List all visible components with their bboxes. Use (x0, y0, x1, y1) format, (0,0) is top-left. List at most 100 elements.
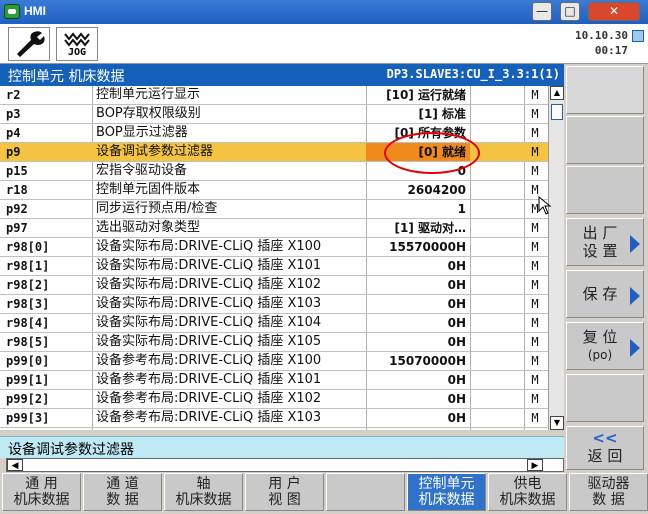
bottom-softkey-8[interactable]: 驱动器数 据 (569, 473, 648, 511)
bottom-softkey-6[interactable]: 控制单元 机床数据 (407, 473, 486, 511)
parameter-description: BOP存取权限级别 (96, 106, 201, 121)
parameter-value[interactable]: [1] 标准 (366, 105, 470, 123)
settings-wrench-button[interactable] (8, 27, 50, 61)
window-title: HMI (24, 4, 46, 18)
parameter-value[interactable]: [10] 运行就绪 (366, 86, 470, 104)
softkey-label-line2: 机床数据 (499, 492, 556, 508)
parameter-id: p9 (6, 145, 21, 159)
table-row[interactable]: r98[5] 设备实际布局:DRIVE-CLiQ 插座 X105 0H M (0, 333, 548, 352)
status-text: 设备调试参数过滤器 (8, 442, 134, 458)
parameter-description: 设备实际布局:DRIVE-CLiQ 插座 X104 (96, 315, 322, 330)
jog-mode-button[interactable]: JOG (56, 27, 98, 61)
table-row[interactable]: p99[1] 设备参考布局:DRIVE-CLiQ 插座 X101 0H M (0, 371, 548, 390)
back-button[interactable]: << 返 回 (566, 426, 644, 470)
parameter-description: 设备参考布局:DRIVE-CLiQ 插座 X100 (96, 353, 322, 368)
table-row[interactable]: r98[2] 设备实际布局:DRIVE-CLiQ 插座 X102 0H M (0, 276, 548, 295)
parameter-description: 设备实际布局:DRIVE-CLiQ 插座 X103 (96, 296, 322, 311)
parameter-value[interactable]: 0H (366, 295, 470, 313)
softkey-empty-4[interactable] (566, 374, 644, 422)
jog-label: JOG (67, 47, 87, 58)
parameter-value[interactable]: 1 (366, 200, 470, 218)
parameter-id: p97 (6, 221, 28, 235)
table-row[interactable]: r98[1] 设备实际布局:DRIVE-CLiQ 插座 X101 0H M (0, 257, 548, 276)
reset-line2: (po) (587, 348, 613, 362)
close-button[interactable]: ✕ (588, 2, 640, 21)
vertical-scrollbar[interactable]: ▲ ▼ (548, 86, 564, 430)
table-row[interactable]: r18 控制单元固件版本 2604200 M (0, 181, 548, 200)
scroll-left-button[interactable]: ◀ (7, 459, 23, 471)
parameter-access-level: M (531, 411, 539, 425)
highlight-circle (384, 132, 480, 174)
horizontal-scrollbar[interactable]: ◀ ▶ (6, 458, 564, 472)
parameter-id: r18 (6, 183, 28, 197)
parameter-id: r98[1] (6, 259, 50, 273)
factory-settings-button[interactable]: 出 厂 设 置 (566, 218, 644, 266)
parameter-value[interactable]: 0H (366, 390, 470, 408)
bottom-softkey-2[interactable]: 通 道数 据 (83, 473, 162, 511)
softkey-label-line2: 机床数据 (418, 492, 475, 508)
scroll-down-button[interactable]: ▼ (550, 416, 564, 430)
parameter-description: 设备实际布局:DRIVE-CLiQ 插座 X100 (96, 239, 322, 254)
parameter-description: BOP显示过滤器 (96, 125, 188, 140)
table-row[interactable]: p97 选出驱动对象类型 [1] 驱动对… M (0, 219, 548, 238)
table-row[interactable]: p3 BOP存取权限级别 [1] 标准 M (0, 105, 548, 124)
parameter-access-level: M (531, 316, 539, 330)
parameter-description: 设备实际布局:DRIVE-CLiQ 插座 X102 (96, 277, 322, 292)
table-row[interactable]: r98[0] 设备实际布局:DRIVE-CLiQ 插座 X100 15570000H… (0, 238, 548, 257)
parameter-id: p4 (6, 126, 21, 140)
parameter-value[interactable]: 0H (366, 276, 470, 294)
parameter-value[interactable]: 0H (366, 409, 470, 427)
parameter-description: 设备实际布局:DRIVE-CLiQ 插座 X105 (96, 334, 322, 349)
table-row[interactable]: p99[0] 设备参考布局:DRIVE-CLiQ 插座 X100 15070000H… (0, 352, 548, 371)
back-text: 返 回 (587, 447, 623, 465)
parameter-value[interactable]: 0H (366, 314, 470, 332)
bottom-softkey-3[interactable]: 轴机床数据 (164, 473, 243, 511)
parameter-access-level: M (531, 88, 539, 102)
softkey-empty-3[interactable] (566, 166, 644, 214)
scroll-right-button[interactable]: ▶ (527, 459, 543, 471)
parameter-value[interactable]: 0H (366, 257, 470, 275)
parameter-id: r98[4] (6, 316, 50, 330)
softkey-empty-1[interactable] (566, 66, 644, 114)
scroll-thumb[interactable] (551, 104, 563, 120)
table-row[interactable]: p92 同步运行预点用/检查 1 M (0, 200, 548, 219)
page-title: 控制单元 机床数据 (8, 69, 125, 85)
softkey-label-line2: 数 据 (592, 492, 625, 508)
parameter-access-level: M (531, 240, 539, 254)
bottom-softkey-5[interactable] (326, 473, 405, 511)
save-button[interactable]: 保 存 (566, 270, 644, 318)
table-row[interactable]: p99[2] 设备参考布局:DRIVE-CLiQ 插座 X102 0H M (0, 390, 548, 409)
parameter-value[interactable]: 0H (366, 371, 470, 389)
parameter-value[interactable]: [1] 驱动对… (366, 219, 470, 237)
wrench-icon (17, 31, 45, 57)
parameter-id: r98[0] (6, 240, 50, 254)
parameter-value[interactable]: 0H (366, 333, 470, 351)
scroll-up-button[interactable]: ▲ (550, 86, 564, 100)
factory-settings-line2: 设 置 (582, 242, 618, 260)
parameter-value[interactable]: 15070000H (366, 352, 470, 370)
parameter-description: 设备参考布局:DRIVE-CLiQ 插座 X103 (96, 410, 322, 425)
table-row[interactable]: p99[3] 设备参考布局:DRIVE-CLiQ 插座 X103 0H M (0, 409, 548, 428)
parameter-value[interactable]: 2604200 (366, 181, 470, 199)
minimize-button[interactable]: — (532, 2, 552, 21)
parameter-value[interactable]: 15570000H (366, 238, 470, 256)
parameter-id: p99[1] (6, 373, 50, 387)
softkey-label-line1: 通 道 (106, 476, 139, 492)
parameter-id: p15 (6, 164, 28, 178)
reset-po-button[interactable]: 复 位 (po) (566, 322, 644, 370)
status-line: 设备调试参数过滤器 (0, 436, 564, 458)
maximize-button[interactable]: □ (560, 2, 580, 21)
softkey-label-line1: 通 用 (25, 476, 58, 492)
table-row[interactable]: r98[4] 设备实际布局:DRIVE-CLiQ 插座 X104 0H M (0, 314, 548, 333)
bottom-softkey-4[interactable]: 用 户视 图 (245, 473, 324, 511)
table-row[interactable]: r98[3] 设备实际布局:DRIVE-CLiQ 插座 X103 0H M (0, 295, 548, 314)
parameter-access-level: M (531, 259, 539, 273)
parameter-access-level: M (531, 335, 539, 349)
parameter-description: 选出驱动对象类型 (96, 220, 201, 235)
table-row[interactable]: r2 控制单元运行显示 [10] 运行就绪 M (0, 86, 548, 105)
bottom-softkey-7[interactable]: 供电 机床数据 (488, 473, 567, 511)
bottom-softkey-1[interactable]: 通 用机床数据 (2, 473, 81, 511)
softkey-label-line2: 数 据 (106, 492, 139, 508)
softkey-empty-2[interactable] (566, 116, 644, 164)
parameter-access-level: M (531, 278, 539, 292)
